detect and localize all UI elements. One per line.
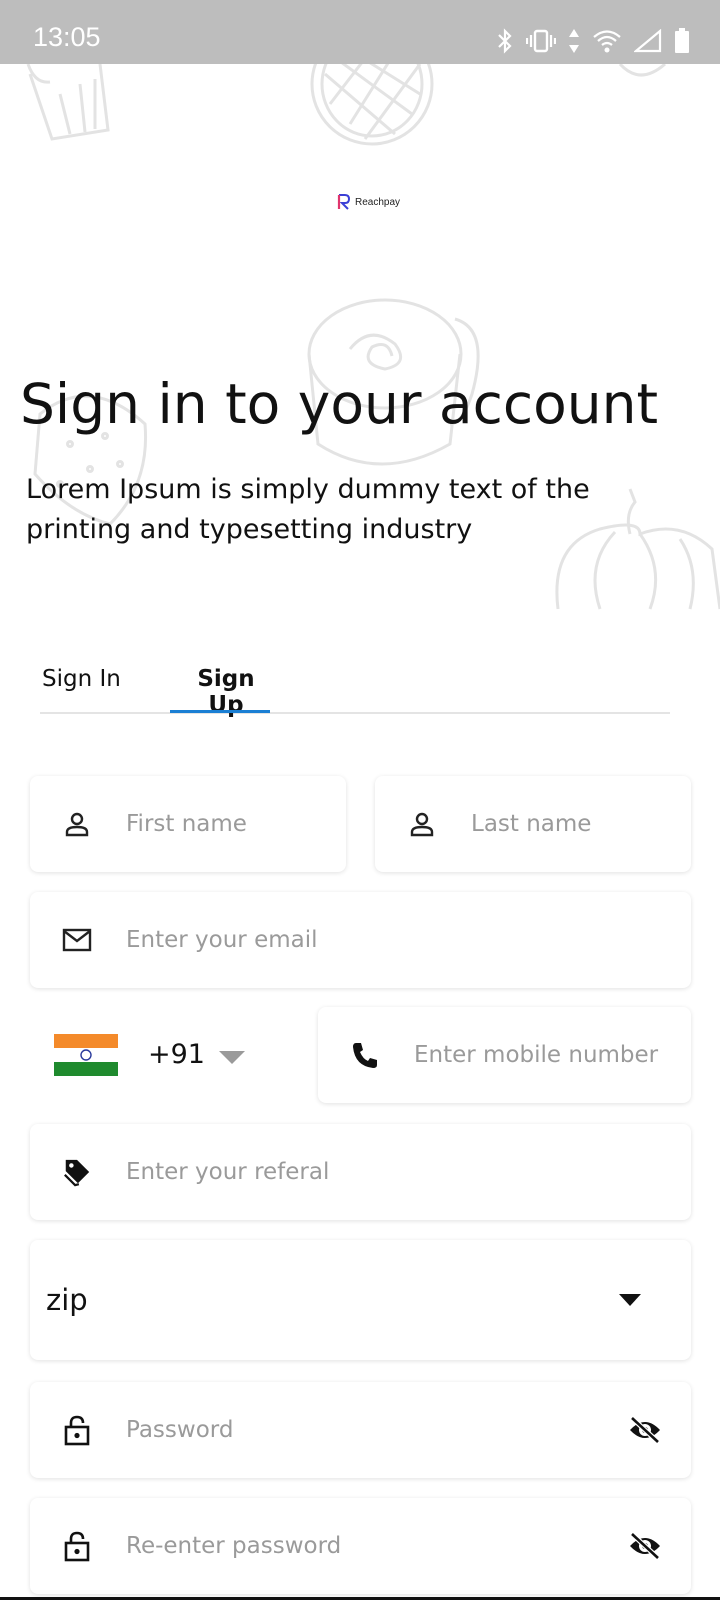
page-subtitle: Lorem Ipsum is simply dummy text of the … xyxy=(26,474,590,545)
page-title: Sign in to your account xyxy=(20,372,659,436)
reachpay-logo-icon xyxy=(337,194,351,210)
dial-code: +91 xyxy=(148,1039,205,1070)
confirm-password-field[interactable]: Re-enter password xyxy=(30,1498,691,1594)
password-placeholder: Password xyxy=(126,1417,234,1443)
vibrate-icon xyxy=(526,29,556,53)
mobile-number-field[interactable]: Enter mobile number xyxy=(318,1007,691,1103)
battery-icon xyxy=(675,28,689,53)
referral-placeholder: Enter your referal xyxy=(126,1159,330,1185)
app-logo: Reachpay xyxy=(337,194,400,210)
zip-dropdown[interactable]: zip xyxy=(30,1240,691,1360)
chevron-down-icon xyxy=(619,1294,641,1306)
bluetooth-icon xyxy=(498,28,512,54)
last-name-field[interactable]: Last name xyxy=(375,776,691,872)
mobile-placeholder: Enter mobile number xyxy=(414,1042,659,1068)
status-icons xyxy=(496,24,690,58)
india-flag-icon xyxy=(54,1034,118,1076)
visibility-off-icon[interactable] xyxy=(627,1528,663,1564)
first-name-placeholder: First name xyxy=(126,811,247,837)
mail-icon xyxy=(62,925,92,955)
visibility-off-icon[interactable] xyxy=(627,1412,663,1448)
phone-icon xyxy=(350,1040,380,1070)
auth-tabs: Sign In Sign Up xyxy=(40,648,670,718)
wifi-icon xyxy=(593,30,621,53)
logo-text: Reachpay xyxy=(355,196,401,208)
first-name-field[interactable]: First name xyxy=(30,776,346,872)
lock-icon xyxy=(62,1531,92,1562)
chevron-down-icon xyxy=(219,1051,245,1064)
signal-icon xyxy=(634,29,662,53)
status-time: 13:05 xyxy=(33,22,101,52)
country-code-selector[interactable]: +91 xyxy=(54,1034,304,1078)
email-placeholder: Enter your email xyxy=(126,927,318,953)
zip-selected-value: zip xyxy=(46,1283,88,1317)
active-tab-indicator xyxy=(170,710,270,713)
tab-sign-up[interactable]: Sign Up xyxy=(176,648,276,718)
lock-icon xyxy=(62,1415,92,1446)
referral-field[interactable]: Enter your referal xyxy=(30,1124,691,1220)
person-icon xyxy=(407,809,437,839)
tab-sign-in[interactable]: Sign In xyxy=(42,648,121,714)
person-icon xyxy=(62,809,92,839)
data-arrows-icon xyxy=(569,29,579,53)
last-name-placeholder: Last name xyxy=(471,811,592,837)
email-field[interactable]: Enter your email xyxy=(30,892,691,988)
tag-icon xyxy=(62,1157,92,1187)
confirm-password-placeholder: Re-enter password xyxy=(126,1533,342,1559)
status-bar: 13:05 xyxy=(0,0,720,64)
password-field[interactable]: Password xyxy=(30,1382,691,1478)
